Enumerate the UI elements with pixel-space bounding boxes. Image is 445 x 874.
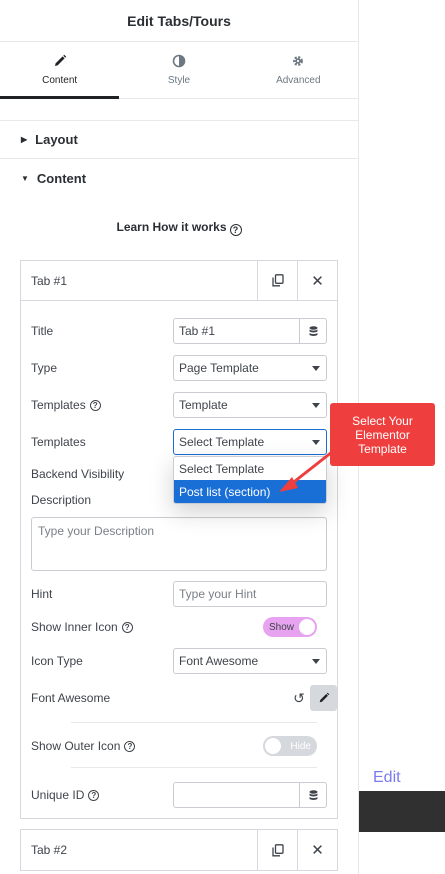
learn-how-text: Learn How it works xyxy=(116,220,227,234)
hint-input[interactable]: Type your Hint xyxy=(173,581,327,607)
toggle-knob xyxy=(265,738,281,754)
show-inner-icon-toggle[interactable]: Show xyxy=(263,617,317,637)
callout-text: Select Your Elementor Template xyxy=(352,413,413,456)
chevron-down-icon xyxy=(312,366,320,371)
toggle-knob xyxy=(299,619,315,635)
chevron-down-icon xyxy=(312,659,320,664)
help-icon: ? xyxy=(229,224,242,236)
help-icon: ? xyxy=(124,740,136,752)
tab-style[interactable]: Style xyxy=(119,42,238,98)
help-icon: ? xyxy=(121,621,133,633)
show-outer-icon-toggle[interactable]: Hide xyxy=(263,736,317,756)
field-templates: Templates? Template xyxy=(31,392,327,418)
field-icon-type: Icon Type Font Awesome xyxy=(31,648,327,674)
type-select[interactable]: Page Template xyxy=(173,355,327,381)
divider xyxy=(71,722,317,723)
template-select-value: Select Template xyxy=(179,435,265,449)
tab-content[interactable]: Content xyxy=(0,42,120,99)
reset-icon[interactable]: ↺ xyxy=(291,690,307,706)
templates-label: Templates xyxy=(31,398,86,412)
type-label: Type xyxy=(31,361,58,375)
annotation-callout: Select Your Elementor Template xyxy=(330,403,435,466)
gear-icon xyxy=(293,56,304,66)
icon-type-label: Icon Type xyxy=(31,654,83,668)
title-input-value: Tab #1 xyxy=(179,324,216,338)
backend-visibility-label: Backend Visibility xyxy=(31,467,125,481)
icon-type-select-value: Font Awesome xyxy=(179,654,259,668)
repeater-item-header[interactable]: Tab #1 ✕ xyxy=(21,260,337,301)
section-content-label: Content xyxy=(36,171,87,186)
section-layout-label: Layout xyxy=(35,132,78,147)
help-icon: ? xyxy=(88,789,100,801)
template-dropdown-list: Select Template Post list (section) xyxy=(173,456,327,504)
panel-title: Edit Tabs/Tours xyxy=(127,12,231,29)
dropdown-option[interactable]: Select Template xyxy=(174,457,326,480)
field-hint: Hint Type your Hint xyxy=(31,581,327,607)
caret-right-icon: ▶ xyxy=(21,135,28,144)
type-select-value: Page Template xyxy=(179,361,259,375)
font-awesome-label: Font Awesome xyxy=(31,691,111,705)
repeater-item-header[interactable]: Tab #2 ✕ xyxy=(21,830,337,870)
dynamic-tags-icon[interactable] xyxy=(299,783,326,807)
edit-icon-button[interactable] xyxy=(310,685,337,711)
description-label: Description xyxy=(31,493,92,507)
repeater-item-tab-2: Tab #2 ✕ xyxy=(20,829,338,871)
templates2-label: Templates xyxy=(31,435,86,449)
edit-link[interactable]: Edit xyxy=(373,769,401,787)
tab-advanced-label: Advanced xyxy=(276,75,321,86)
title-label: Title xyxy=(31,324,54,338)
show-inner-icon-label: Show Inner Icon xyxy=(31,620,118,634)
repeater-item-tab-1: Tab #1 ✕ Title Tab #1 Type Page Template… xyxy=(20,260,338,819)
dynamic-tags-icon[interactable] xyxy=(299,319,326,343)
title-input[interactable]: Tab #1 xyxy=(173,318,327,344)
preview-dark-block xyxy=(359,791,445,832)
learn-how-link[interactable]: Learn How it works? xyxy=(0,220,358,236)
icon-type-select[interactable]: Font Awesome xyxy=(173,648,327,674)
duplicate-icon[interactable] xyxy=(257,830,297,870)
close-icon[interactable]: ✕ xyxy=(297,830,337,870)
pencil-icon xyxy=(54,54,66,66)
section-content[interactable]: ▼ Content xyxy=(0,159,358,198)
field-font-awesome: Font Awesome ↺ xyxy=(31,685,337,711)
contrast-icon xyxy=(172,54,186,68)
field-templates-2: Templates Select Template xyxy=(31,429,327,455)
field-show-inner-icon: Show Inner Icon? Show xyxy=(31,614,327,640)
divider xyxy=(71,767,317,768)
section-layout[interactable]: ▶ Layout xyxy=(0,120,358,159)
repeater-item-title: Tab #2 xyxy=(31,843,68,857)
duplicate-icon[interactable] xyxy=(257,260,297,301)
tab-advanced[interactable]: Advanced xyxy=(239,42,358,98)
toggle-state-text: Show xyxy=(269,621,295,633)
hint-placeholder: Type your Hint xyxy=(179,587,257,601)
unique-id-label: Unique ID xyxy=(31,788,85,802)
help-icon: ? xyxy=(89,399,101,411)
field-title: Title Tab #1 xyxy=(31,318,327,344)
field-show-outer-icon: Show Outer Icon? Hide xyxy=(31,733,327,759)
panel-header: Edit Tabs/Tours xyxy=(0,0,358,42)
panel-tabs: Content Style Advanced xyxy=(0,42,358,99)
tab-content-label: Content xyxy=(42,75,78,86)
chevron-down-icon xyxy=(312,403,320,408)
description-placeholder: Type your Description xyxy=(38,524,155,538)
tab-style-label: Style xyxy=(167,75,191,86)
unique-id-input[interactable] xyxy=(173,782,327,808)
close-icon[interactable]: ✕ xyxy=(297,260,337,301)
toggle-state-text: Hide xyxy=(290,740,311,752)
dropdown-option-selected[interactable]: Post list (section) xyxy=(174,480,326,503)
caret-down-icon: ▼ xyxy=(21,174,29,183)
template-select[interactable]: Select Template xyxy=(173,429,327,455)
description-textarea[interactable]: Type your Description xyxy=(31,517,327,571)
field-type: Type Page Template xyxy=(31,355,327,381)
hint-label: Hint xyxy=(31,587,53,601)
chevron-down-icon xyxy=(312,440,320,445)
repeater-item-title: Tab #1 xyxy=(31,273,68,288)
templates-select-value: Template xyxy=(179,398,228,412)
field-unique-id: Unique ID? xyxy=(31,782,327,808)
show-outer-icon-label: Show Outer Icon xyxy=(31,739,121,753)
templates-select[interactable]: Template xyxy=(173,392,327,418)
